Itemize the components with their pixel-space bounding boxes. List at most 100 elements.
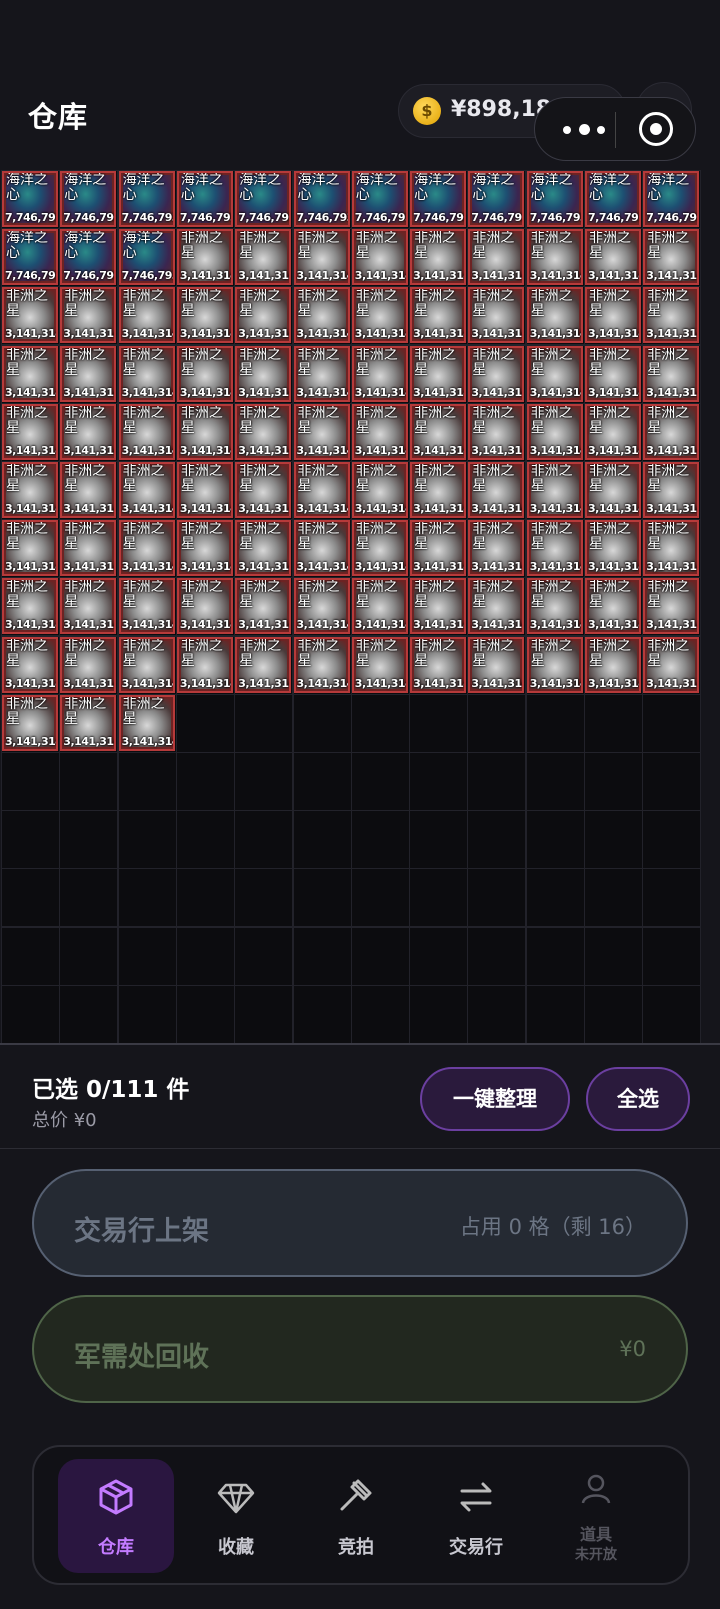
inventory-item-africa[interactable]: 非洲之 星 3,141,314 [2,345,58,402]
inventory-item-africa[interactable]: 非洲之 星 3,141,314 [410,345,467,402]
inventory-item-africa[interactable]: 非洲之 星 3,141,314 [410,636,467,693]
inventory-item-africa[interactable]: 非洲之 星 3,141,314 [351,229,408,286]
inventory-item-africa[interactable]: 非洲之 星 3,141,314 [351,578,408,635]
inventory-item-africa[interactable]: 非洲之 星 3,141,314 [293,636,350,693]
inventory-item-africa[interactable]: 非洲之 星 3,141,314 [526,287,583,344]
inventory-item-africa[interactable]: 非洲之 星 3,141,314 [176,229,233,286]
inventory-item-africa[interactable]: 非洲之 星 3,141,314 [293,520,350,577]
inventory-item-africa[interactable]: 非洲之 星 3,141,314 [643,403,700,460]
inventory-item-africa[interactable]: 非洲之 星 3,141,314 [526,345,583,402]
inventory-item-africa[interactable]: 非洲之 星 3,141,314 [526,520,583,577]
inventory-item-africa[interactable]: 非洲之 星 3,141,314 [176,578,233,635]
inventory-item-africa[interactable]: 非洲之 星 3,141,314 [60,403,117,460]
inventory-item-africa[interactable]: 非洲之 星 3,141,314 [118,694,175,751]
inventory-item-africa[interactable]: 非洲之 星 3,141,314 [468,345,525,402]
inventory-item-ocean[interactable]: 海洋之 心 7,746,793 [118,229,175,286]
inventory-item-africa[interactable]: 非洲之 星 3,141,314 [585,287,641,344]
inventory-item-africa[interactable]: 非洲之 星 3,141,314 [526,229,583,286]
tab-favorites[interactable]: 收藏 [178,1459,294,1573]
inventory-item-africa[interactable]: 非洲之 星 3,141,314 [351,462,408,518]
inventory-item-ocean[interactable]: 海洋之 心 7,746,793 [585,171,641,227]
inventory-item-africa[interactable]: 非洲之 星 3,141,314 [585,345,641,402]
inventory-item-africa[interactable]: 非洲之 星 3,141,314 [410,520,467,577]
inventory-item-africa[interactable]: 非洲之 星 3,141,314 [351,345,408,402]
inventory-item-africa[interactable]: 非洲之 星 3,141,314 [235,462,292,518]
inventory-item-africa[interactable]: 非洲之 星 3,141,314 [118,287,175,344]
inventory-item-africa[interactable]: 非洲之 星 3,141,314 [410,229,467,286]
inventory-item-africa[interactable]: 非洲之 星 3,141,314 [176,520,233,577]
tab-exchange[interactable]: 交易行 [418,1459,534,1573]
inventory-item-africa[interactable]: 非洲之 星 3,141,314 [60,694,117,751]
inventory-item-africa[interactable]: 非洲之 星 3,141,314 [2,287,58,344]
inventory-item-africa[interactable]: 非洲之 星 3,141,314 [351,403,408,460]
inventory-item-africa[interactable]: 非洲之 星 3,141,314 [585,578,641,635]
inventory-item-africa[interactable]: 非洲之 星 3,141,314 [526,403,583,460]
inventory-item-africa[interactable]: 非洲之 星 3,141,314 [176,345,233,402]
inventory-item-africa[interactable]: 非洲之 星 3,141,314 [2,636,58,693]
inventory-item-africa[interactable]: 非洲之 星 3,141,314 [2,403,58,460]
inventory-item-africa[interactable]: 非洲之 星 3,141,314 [118,578,175,635]
inventory-item-africa[interactable]: 非洲之 星 3,141,314 [293,287,350,344]
inventory-item-africa[interactable]: 非洲之 星 3,141,314 [351,520,408,577]
inventory-item-africa[interactable]: 非洲之 星 3,141,314 [643,636,700,693]
inventory-item-africa[interactable]: 非洲之 星 3,141,314 [235,229,292,286]
inventory-item-africa[interactable]: 非洲之 星 3,141,314 [293,229,350,286]
inventory-item-africa[interactable]: 非洲之 星 3,141,314 [176,403,233,460]
inventory-item-ocean[interactable]: 海洋之 心 7,746,793 [60,171,117,227]
inventory-item-africa[interactable]: 非洲之 星 3,141,314 [176,287,233,344]
inventory-item-africa[interactable]: 非洲之 星 3,141,314 [468,462,525,518]
inventory-item-africa[interactable]: 非洲之 星 3,141,314 [176,636,233,693]
inventory-item-africa[interactable]: 非洲之 星 3,141,314 [585,636,641,693]
inventory-item-africa[interactable]: 非洲之 星 3,141,314 [2,462,58,518]
inventory-item-africa[interactable]: 非洲之 星 3,141,314 [60,345,117,402]
inventory-item-africa[interactable]: 非洲之 星 3,141,314 [643,287,700,344]
inventory-item-ocean[interactable]: 海洋之 心 7,746,793 [2,229,58,286]
inventory-item-africa[interactable]: 非洲之 星 3,141,314 [526,578,583,635]
inventory-item-africa[interactable]: 非洲之 星 3,141,314 [235,287,292,344]
inventory-item-ocean[interactable]: 海洋之 心 7,746,793 [118,171,175,227]
inventory-item-africa[interactable]: 非洲之 星 3,141,314 [176,462,233,518]
inventory-item-ocean[interactable]: 海洋之 心 7,746,793 [351,171,408,227]
inventory-item-africa[interactable]: 非洲之 星 3,141,314 [526,462,583,518]
inventory-item-africa[interactable]: 非洲之 星 3,141,314 [468,520,525,577]
inventory-item-africa[interactable]: 非洲之 星 3,141,314 [468,287,525,344]
inventory-item-ocean[interactable]: 海洋之 心 7,746,793 [176,171,233,227]
inventory-item-africa[interactable]: 非洲之 星 3,141,314 [410,578,467,635]
inventory-item-africa[interactable]: 非洲之 星 3,141,314 [410,287,467,344]
inventory-item-africa[interactable]: 非洲之 星 3,141,314 [235,636,292,693]
inventory-item-africa[interactable]: 非洲之 星 3,141,314 [235,578,292,635]
inventory-item-africa[interactable]: 非洲之 星 3,141,314 [118,345,175,402]
inventory-item-ocean[interactable]: 海洋之 心 7,746,793 [468,171,525,227]
inventory-item-africa[interactable]: 非洲之 星 3,141,314 [643,345,700,402]
inventory-item-africa[interactable]: 非洲之 星 3,141,314 [293,403,350,460]
inventory-item-africa[interactable]: 非洲之 星 3,141,314 [585,520,641,577]
recycle-button[interactable]: 军需处回收 ¥0 [32,1295,688,1403]
inventory-item-africa[interactable]: 非洲之 星 3,141,314 [351,636,408,693]
inventory-item-africa[interactable]: 非洲之 星 3,141,314 [60,520,117,577]
inventory-item-africa[interactable]: 非洲之 星 3,141,314 [293,462,350,518]
tab-auction[interactable]: 竞拍 [298,1459,414,1573]
inventory-item-africa[interactable]: 非洲之 星 3,141,314 [235,520,292,577]
inventory-item-africa[interactable]: 非洲之 星 3,141,314 [468,578,525,635]
more-icon[interactable] [559,116,609,144]
inventory-item-africa[interactable]: 非洲之 星 3,141,314 [468,636,525,693]
inventory-item-ocean[interactable]: 海洋之 心 7,746,793 [2,171,58,227]
inventory-item-africa[interactable]: 非洲之 星 3,141,314 [118,462,175,518]
inventory-item-africa[interactable]: 非洲之 星 3,141,314 [351,287,408,344]
inventory-item-ocean[interactable]: 海洋之 心 7,746,793 [235,171,292,227]
inventory-item-africa[interactable]: 非洲之 星 3,141,314 [585,229,641,286]
inventory-item-ocean[interactable]: 海洋之 心 7,746,793 [60,229,117,286]
inventory-item-africa[interactable]: 非洲之 星 3,141,314 [60,462,117,518]
inventory-item-africa[interactable]: 非洲之 星 3,141,314 [643,578,700,635]
inventory-item-africa[interactable]: 非洲之 星 3,141,314 [235,403,292,460]
inventory-item-africa[interactable]: 非洲之 星 3,141,314 [2,694,58,751]
select-all-button[interactable]: 全选 [586,1067,690,1131]
organize-button[interactable]: 一键整理 [420,1067,570,1131]
inventory-item-africa[interactable]: 非洲之 星 3,141,314 [643,229,700,286]
inventory-item-africa[interactable]: 非洲之 星 3,141,314 [468,229,525,286]
inventory-item-africa[interactable]: 非洲之 星 3,141,314 [293,345,350,402]
inventory-item-africa[interactable]: 非洲之 星 3,141,314 [235,345,292,402]
inventory-item-ocean[interactable]: 海洋之 心 7,746,793 [293,171,350,227]
close-program-icon[interactable] [639,112,673,146]
inventory-item-africa[interactable]: 非洲之 星 3,141,314 [118,403,175,460]
